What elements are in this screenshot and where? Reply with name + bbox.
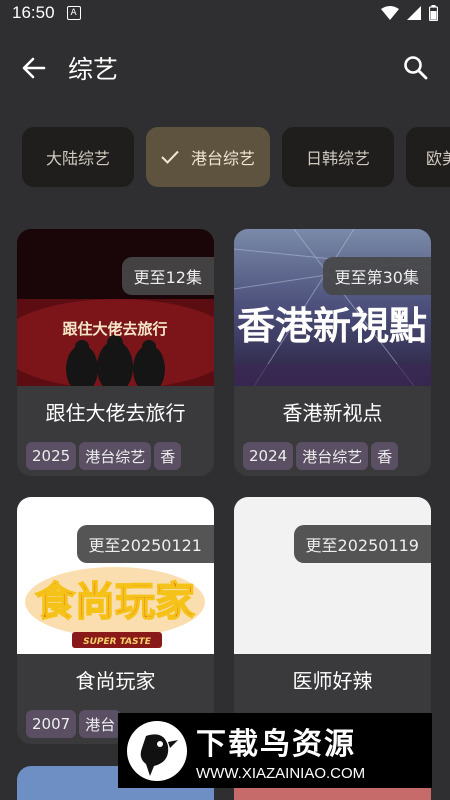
year-tag: 2007 [26,710,77,738]
chip-label: 大陆综艺 [45,149,110,168]
show-title: 跟住大佬去旅行 [45,401,186,425]
chip-western-variety[interactable]: 欧美 [406,127,450,187]
year-tag: 2025 [26,442,77,470]
status-icons [381,5,438,21]
page-title: 综艺 [68,55,119,84]
tag-row: 2024 港台综艺 香 [243,442,399,470]
show-card[interactable]: 香港新視點 更至第30集 香港新视点 2024 港台综艺 香 [234,229,431,476]
show-title: 医师好辣 [292,669,373,693]
show-card[interactable]: 食尚玩家 SUPER TASTE 更至20250121 食尚玩家 2007 港台 [17,497,214,744]
poster-title: 香港新視點 [237,304,427,348]
show-card[interactable]: 更至20250119 医师好辣 [234,497,431,744]
wifi-icon [381,6,399,20]
chip-mainland-variety[interactable]: 大陆综艺 [22,127,134,187]
poster-image: 跟住大佬去旅行 [17,229,214,386]
signal-icon [407,6,421,20]
poster-title: 食尚玩家 [35,579,195,625]
poster-subtitle: SUPER TASTE [83,637,152,647]
episode-badge: 更至20250121 [76,525,214,563]
chip-label: 欧美 [426,149,450,168]
notification-icon: A [66,6,81,20]
back-arrow-icon[interactable] [20,54,48,82]
status-bar: 16:50 A [0,0,450,26]
category-tag: 港台综艺 [296,442,369,470]
show-title: 香港新视点 [282,401,383,425]
poster-title: 跟住大佬去旅行 [62,320,167,338]
episode-badge: 更至12集 [121,257,214,295]
battery-icon [429,5,438,21]
watermark-banner: 下载鸟资源 WWW.XIAZAINIAO.COM [118,713,432,788]
region-tag: 香 [371,442,399,470]
search-icon[interactable] [402,54,430,82]
poster-image: 食尚玩家 SUPER TASTE [17,497,214,654]
tag-row: 2007 港台 [26,710,122,738]
poster-image: 香港新視點 [234,229,431,386]
chip-hk-tw-variety[interactable]: 港台综艺 [146,127,270,187]
chip-label: 港台综艺 [190,149,255,168]
show-card[interactable]: 跟住大佬去旅行 更至12集 跟住大佬去旅行 2025 港台综艺 香 [17,229,214,476]
category-chip-row: 大陆综艺 港台综艺 日韩综艺 欧美 [22,127,450,187]
year-tag: 2024 [243,442,294,470]
region-tag: 香 [154,442,182,470]
episode-badge: 更至第30集 [322,257,431,295]
app-bar: 综艺 [0,40,450,96]
check-icon [161,150,179,164]
bird-logo-icon [127,720,187,781]
watermark-title: 下载鸟资源 [196,727,356,762]
status-time: 16:50 [12,3,55,22]
show-title: 食尚玩家 [75,669,156,693]
episode-badge: 更至20250119 [293,525,431,563]
tag-row: 2025 港台综艺 香 [26,442,182,470]
chip-label: 日韩综艺 [305,149,370,168]
watermark-url: WWW.XIAZAINIAO.COM [196,765,366,782]
chip-jp-kr-variety[interactable]: 日韩综艺 [282,127,394,187]
category-tag: 港台综艺 [79,442,152,470]
poster-placeholder [234,497,431,654]
category-tag: 港台 [79,710,122,738]
